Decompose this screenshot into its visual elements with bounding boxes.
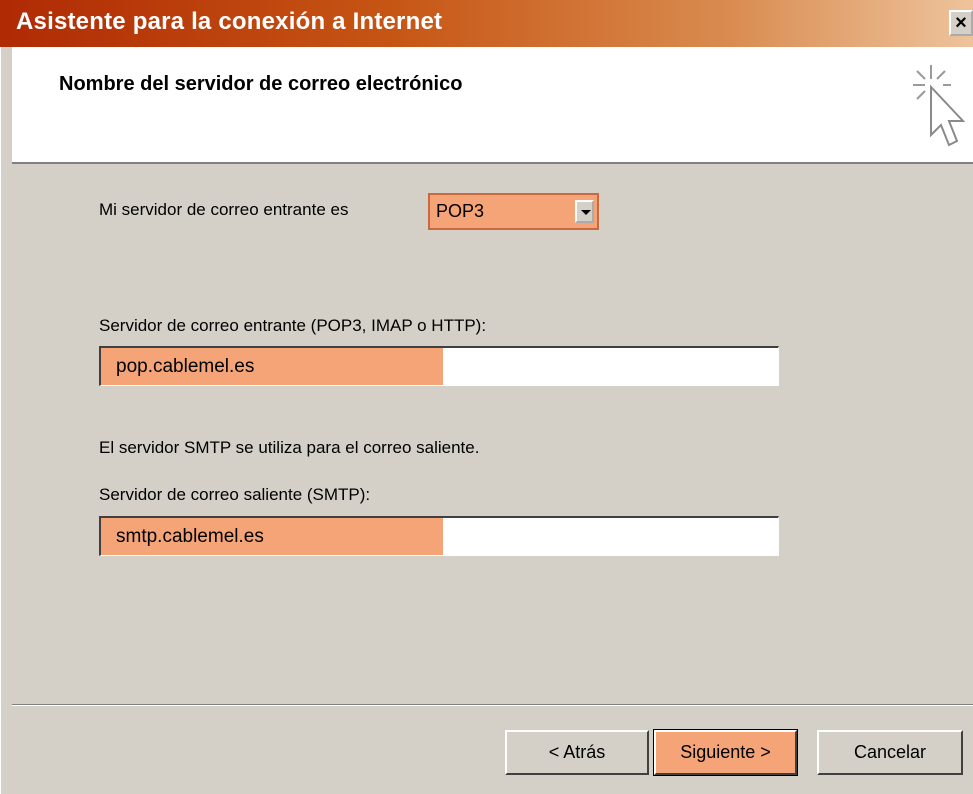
back-button[interactable]: < Atrás xyxy=(505,730,649,775)
page-title: Nombre del servidor de correo electrónic… xyxy=(59,73,463,95)
dropdown-arrow-icon[interactable] xyxy=(575,200,594,223)
title-bar: Asistente para la conexión a Internet × xyxy=(0,0,973,47)
outgoing-server-label: Servidor de correo saliente (SMTP): xyxy=(99,485,371,504)
wizard-header: Nombre del servidor de correo electrónic… xyxy=(12,47,973,164)
wizard-cursor-icon xyxy=(913,65,966,147)
button-separator xyxy=(12,704,973,706)
incoming-type-label: Mi servidor de correo entrante es xyxy=(99,200,349,219)
incoming-server-label: Servidor de correo entrante (POP3, IMAP … xyxy=(99,316,487,335)
outgoing-server-input[interactable]: smtp.cablemel.es xyxy=(99,516,779,556)
incoming-server-value: pop.cablemel.es xyxy=(116,356,255,377)
incoming-server-input[interactable]: pop.cablemel.es xyxy=(99,346,779,386)
cancel-button[interactable]: Cancelar xyxy=(817,730,963,775)
next-button[interactable]: Siguiente > xyxy=(653,729,798,776)
close-button[interactable]: × xyxy=(949,10,973,36)
incoming-type-select[interactable]: POP3 xyxy=(428,193,599,230)
incoming-type-value: POP3 xyxy=(436,201,485,221)
window-title: Asistente para la conexión a Internet xyxy=(16,8,443,35)
smtp-info-text: El servidor SMTP se utiliza para el corr… xyxy=(99,438,480,457)
outgoing-server-value: smtp.cablemel.es xyxy=(116,526,264,547)
